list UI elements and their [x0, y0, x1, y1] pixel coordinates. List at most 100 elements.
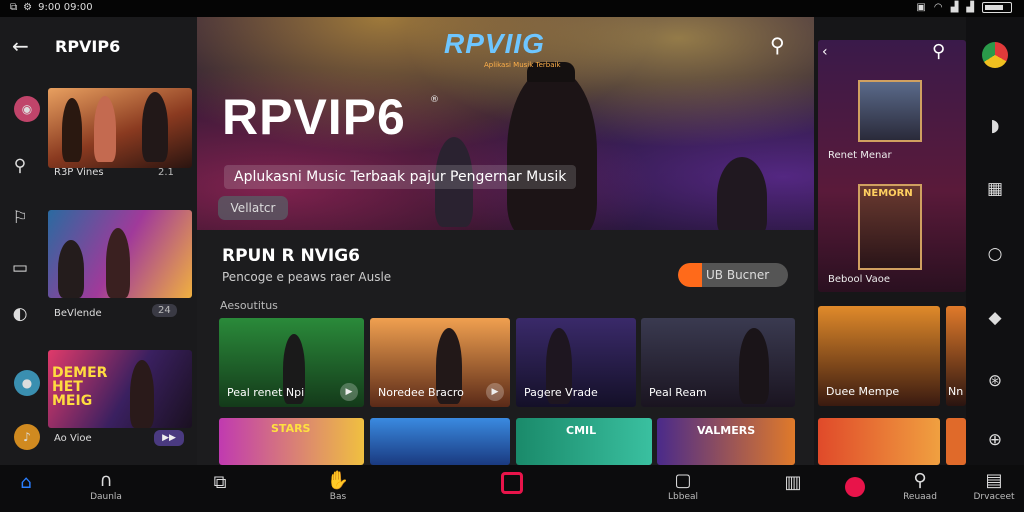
signal-icon: ▟ [950, 2, 959, 13]
library-icon: ⧉ [213, 472, 227, 493]
right-tile-3[interactable] [818, 418, 940, 465]
nav-headphones[interactable]: ∩ Daunla [76, 470, 136, 502]
right-search-icon[interactable]: ⚲ [932, 41, 945, 62]
right-card-1[interactable] [858, 80, 922, 142]
tile-8-art-text: VALMERS [697, 424, 756, 437]
right-tile-2[interactable]: Nn [946, 306, 966, 406]
right-tile-4[interactable] [946, 418, 966, 465]
tile-4[interactable]: Peal Ream [641, 318, 795, 407]
nav-reuaad-label: Reuaad [903, 492, 937, 502]
music-icon[interactable]: ♪ [14, 424, 40, 450]
tile-1[interactable]: Peal renet Npi ▶ [219, 318, 364, 407]
right-card-2[interactable]: NEMORN [858, 184, 922, 270]
tv-icon[interactable]: ▭ [6, 254, 34, 282]
left-card-1-badge: 2.1 [158, 167, 174, 178]
nav-headphones-label: Daunla [90, 492, 122, 502]
hero-search-icon[interactable]: ⚲ [770, 33, 785, 57]
tile-2[interactable]: Noredee Bracro ▶ [370, 318, 510, 407]
book-icon: ▥ [784, 472, 802, 493]
puzzle-icon[interactable]: ◆ [982, 305, 1008, 331]
nav-reuaad[interactable]: ⚲ Reuaad [890, 470, 950, 502]
toggle-accent [678, 263, 702, 287]
back-arrow-icon[interactable]: ← [12, 34, 29, 58]
section-label: Aesoutitus [220, 299, 278, 312]
tile-8[interactable]: VALMERS [657, 418, 795, 465]
nav-bas[interactable]: ✋ Bas [308, 470, 368, 502]
right-tile-1[interactable]: Duee Mempe [818, 306, 940, 406]
registered-icon: ® [430, 95, 439, 105]
hero-logo: RPVIIG [444, 28, 545, 59]
right-card-2-caption: Bebool Vaoe [828, 274, 891, 285]
left-card-3-play-icon[interactable]: ▶▶ [154, 430, 184, 446]
status-time: 9:00 09:00 [38, 2, 93, 13]
nav-home[interactable]: ⌂ [0, 472, 56, 494]
left-card-3[interactable]: DEMER HET MEIG [48, 350, 192, 428]
section-button[interactable]: UB Bucner [678, 263, 788, 287]
tile-7-art-text: CMIL [566, 424, 597, 437]
nav-drvaceet-label: Drvaceet [973, 492, 1015, 502]
device-icon: ▤ [985, 470, 1003, 491]
right-card-2-art-text: NEMORN [863, 188, 913, 199]
left-card-1[interactable] [48, 88, 192, 168]
tile-1-play-icon[interactable]: ▶ [340, 383, 358, 401]
right-card-1-caption: Renet Menar [828, 150, 892, 161]
hero-subtitle: Aplukasni Music Terbaak pajur Pengernar … [224, 165, 577, 189]
section-button-label: UB Bucner [706, 268, 770, 282]
grid-icon[interactable]: ▦ [982, 176, 1008, 202]
status-bar: ⧉ ⚙ 9:00 09:00 ▣ ◠ ▟ ▟ [0, 0, 1024, 17]
globe-icon[interactable]: ⊕ [982, 427, 1008, 453]
tile-2-caption: Noredee Bracro [378, 386, 464, 399]
battery-icon [982, 2, 1012, 13]
left-card-2-badge: 24 [152, 304, 177, 317]
nav-bas-label: Bas [329, 492, 347, 502]
left-card-3-art-text: DEMER HET MEIG [52, 365, 108, 409]
hand-icon: ✋ [326, 470, 350, 491]
tile-6[interactable] [370, 418, 510, 465]
left-card-1-caption: R3P Vines [54, 167, 104, 178]
nav-lbbeal[interactable]: ▢ Lbbeal [653, 470, 713, 502]
tile-7[interactable]: CMIL [516, 418, 652, 465]
tile-5[interactable]: STARS [219, 418, 364, 465]
section-title: RPUN R NVIG6 [222, 246, 361, 266]
disc-icon[interactable]: ◐ [6, 300, 34, 328]
hero-logo-tagline: Aplikasi Musik Terbaik [484, 61, 561, 69]
home-icon: ⌂ [20, 472, 32, 493]
notification-icon: ⧉ [10, 2, 18, 13]
vibrate-icon: ▣ [916, 2, 926, 13]
left-card-3-caption: Ao Vioe [54, 433, 92, 444]
sports-icon[interactable]: ⊛ [982, 368, 1008, 394]
shield-icon[interactable]: ◗ [982, 113, 1008, 139]
hero-title: RPVIP6 [222, 89, 406, 145]
settings-icon: ⚙ [23, 2, 33, 13]
nav-lbbeal-label: Lbbeal [668, 492, 698, 502]
circle-icon[interactable]: ○ [982, 241, 1008, 267]
headphones-icon: ∩ [99, 470, 113, 491]
nav-book[interactable]: ▥ [763, 472, 823, 494]
avatar[interactable]: ◉ [14, 96, 40, 122]
tile-3-caption: Pagere Vrade [524, 386, 598, 399]
chat-icon: ▢ [674, 470, 692, 491]
profile-avatar-icon[interactable] [982, 42, 1008, 68]
nav-drvaceet[interactable]: ▤ Drvaceet [964, 470, 1024, 502]
right-tile-2-caption: Nn [948, 385, 964, 398]
right-tile-1-caption: Duee Mempe [826, 385, 900, 398]
nav-library[interactable]: ⧉ [190, 472, 250, 494]
record-button[interactable] [501, 472, 523, 494]
tile-5-art-text: STARS [271, 422, 311, 435]
left-card-2[interactable] [48, 210, 192, 298]
wifi-icon: ◠ [933, 2, 943, 13]
live-dot-icon[interactable] [845, 477, 865, 497]
hero-button[interactable]: Vellatcr [218, 196, 288, 220]
tile-4-caption: Peal Ream [649, 386, 707, 399]
signal-2-icon: ▟ [966, 2, 974, 13]
bookmark-icon[interactable]: ⚐ [6, 204, 34, 232]
tile-1-caption: Peal renet Npi [227, 386, 305, 399]
search-icon[interactable]: ⚲ [6, 152, 34, 180]
search-nav-icon: ⚲ [913, 470, 927, 491]
tile-3[interactable]: Pagere Vrade [516, 318, 636, 407]
chevron-left-icon[interactable]: ‹ [822, 44, 828, 60]
header-title: RPVIP6 [55, 37, 121, 56]
tile-2-play-icon[interactable]: ▶ [486, 383, 504, 401]
profile-icon[interactable]: ● [14, 370, 40, 396]
left-card-2-caption: BeVlende [54, 308, 102, 319]
